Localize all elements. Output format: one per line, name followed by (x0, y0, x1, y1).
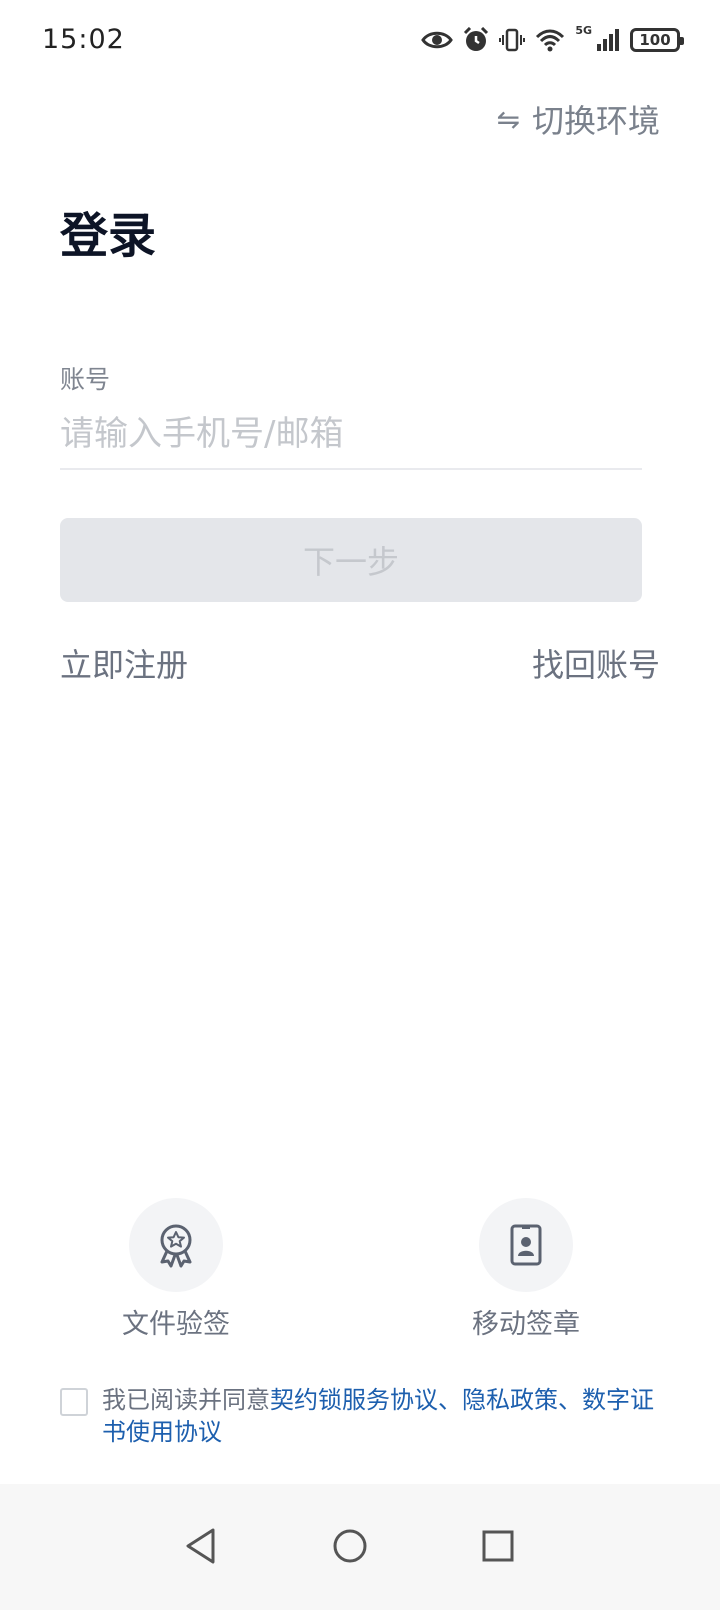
nav-recent-apps-button[interactable] (474, 1522, 522, 1570)
status-time: 15:02 (42, 24, 125, 55)
agreement-separator: 、 (438, 1386, 462, 1414)
award-badge-icon (160, 1224, 192, 1268)
file-verify-label: 文件验签 (122, 1309, 230, 1340)
battery-icon: 100 (630, 28, 684, 52)
page-title: 登录 (60, 208, 157, 264)
recover-account-link[interactable]: 找回账号 (532, 640, 660, 686)
nav-back-button[interactable] (177, 1522, 225, 1570)
account-input[interactable] (60, 400, 642, 470)
system-navigation-bar (0, 1484, 720, 1610)
alarm-icon (464, 27, 489, 51)
switch-environment-label: 切换环境 (531, 102, 660, 140)
account-label: 账号 (60, 365, 111, 394)
recent-square-icon (482, 1530, 514, 1562)
privacy-policy-link[interactable]: 隐私政策 (462, 1386, 558, 1414)
agreement-checkbox[interactable] (60, 1388, 88, 1416)
file-verify-icon-circle (129, 1198, 223, 1292)
vibrate-icon (499, 28, 526, 52)
agreement-row: 我已阅读并同意契约锁服务协议、隐私政策、数字证书使用协议 (60, 1384, 660, 1448)
agreement-text: 我已阅读并同意契约锁服务协议、隐私政策、数字证书使用协议 (102, 1384, 660, 1448)
service-agreement-link[interactable]: 契约锁服务协议 (270, 1386, 438, 1414)
mobile-seal-icon-circle (479, 1198, 573, 1292)
home-circle-icon (333, 1529, 367, 1563)
id-card-icon (510, 1224, 542, 1266)
mobile-seal-label: 移动签章 (472, 1309, 580, 1340)
agreement-separator: 、 (558, 1386, 582, 1414)
switch-environment-button[interactable]: ⇋ 切换环境 (497, 96, 660, 142)
status-icons: 5G 100 (421, 22, 684, 58)
wifi-icon (536, 29, 565, 52)
swap-icon: ⇋ (496, 102, 520, 136)
signal-icon (597, 29, 619, 51)
battery-level: 100 (639, 31, 671, 49)
register-link[interactable]: 立即注册 (60, 640, 188, 686)
mobile-seal-button[interactable]: 移动签章 (456, 1198, 596, 1341)
file-verify-button[interactable]: 文件验签 (106, 1198, 246, 1341)
agreement-prefix: 我已阅读并同意 (102, 1386, 270, 1414)
status-bar: 15:02 5G 100 (0, 0, 720, 80)
network-type-label: 5G (575, 23, 592, 37)
nav-home-button[interactable] (326, 1522, 374, 1570)
next-step-button[interactable]: 下一步 (60, 518, 642, 602)
back-triangle-icon (186, 1528, 215, 1564)
eye-icon (421, 31, 454, 49)
